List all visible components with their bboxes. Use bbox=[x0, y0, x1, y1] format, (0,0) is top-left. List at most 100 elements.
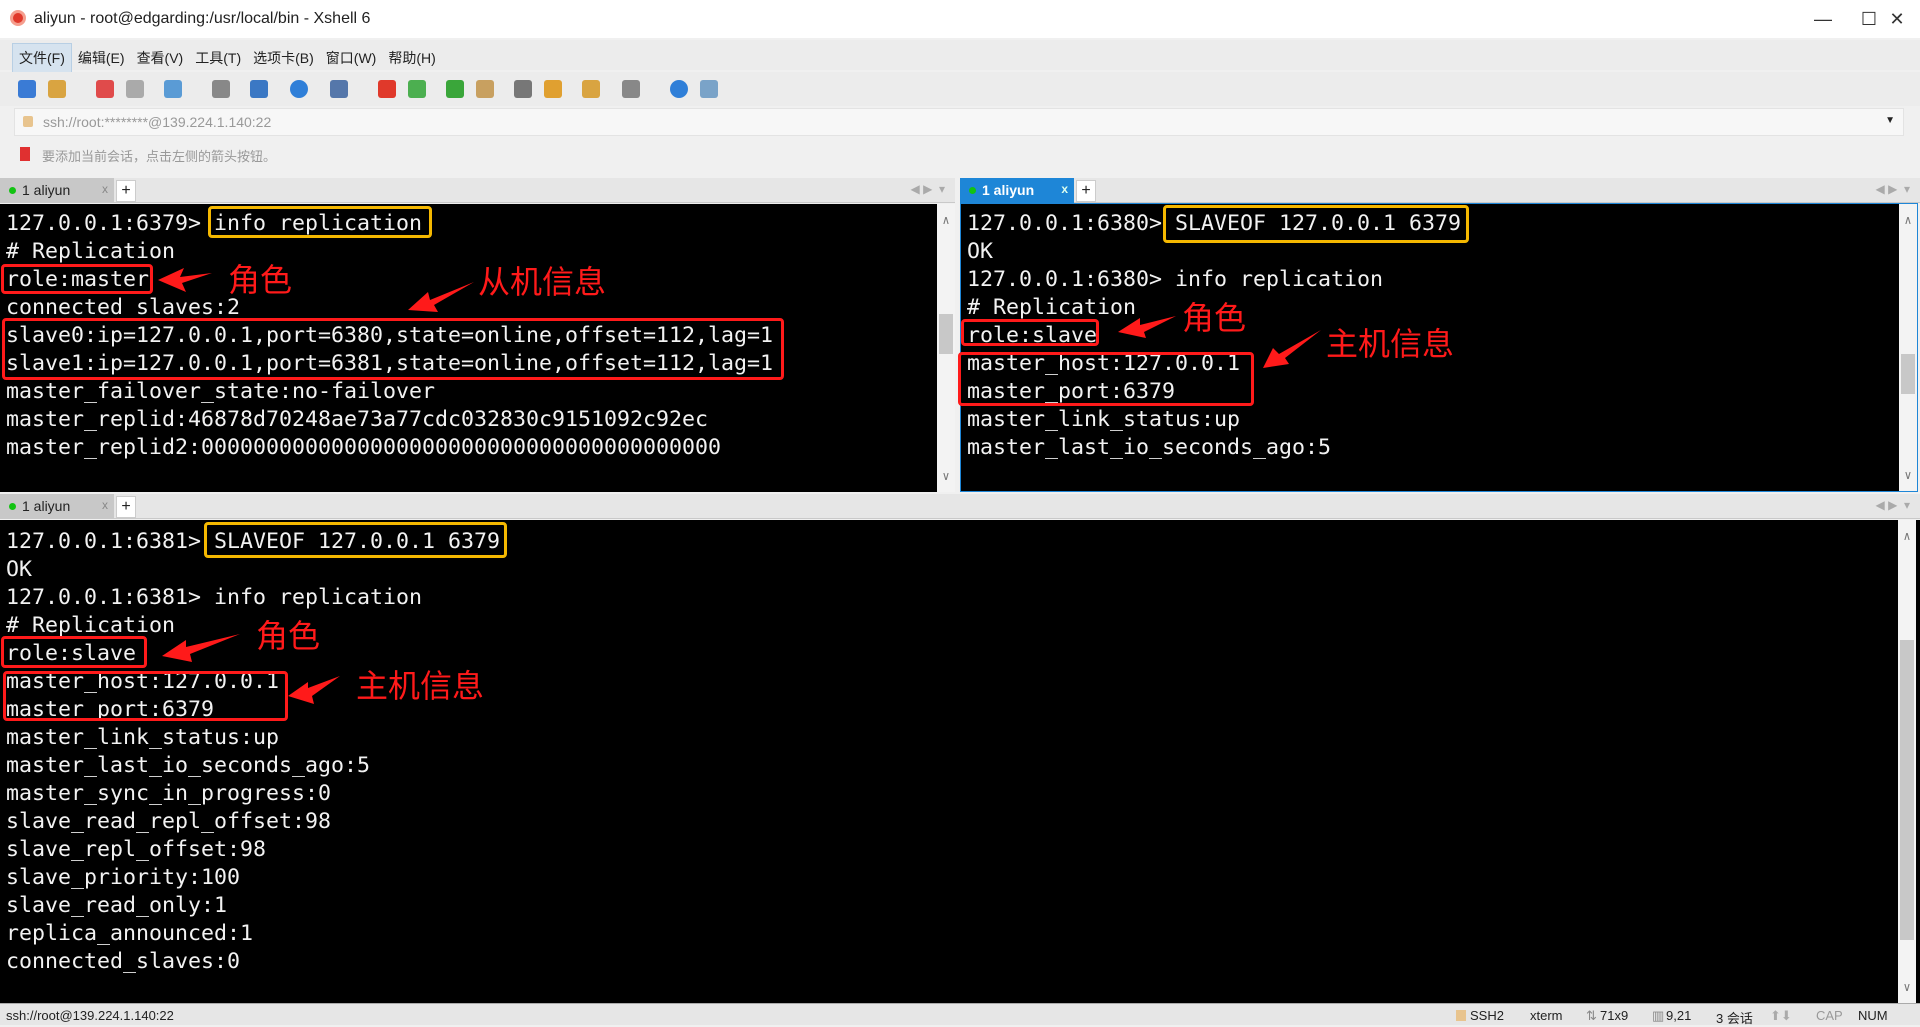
status-numlock: NUM bbox=[1858, 1008, 1888, 1023]
highlight-role bbox=[1, 636, 147, 668]
status-dot-icon bbox=[9, 187, 16, 194]
status-caps: CAP bbox=[1816, 1008, 1843, 1023]
terminal-line: OK bbox=[6, 557, 33, 582]
terminal-bottom[interactable]: 127.0.0.1:6381> SLAVEOF 127.0.0.1 6379 OK… bbox=[0, 520, 1920, 1003]
highlight-command bbox=[204, 522, 507, 558]
terminal-line: slave_read_only:1 bbox=[6, 893, 228, 918]
arrow-icon bbox=[158, 268, 212, 292]
highlight-slaves bbox=[2, 318, 784, 380]
layout-icon[interactable] bbox=[622, 80, 640, 98]
terminal-line: connected_slaves:0 bbox=[6, 949, 241, 974]
tab-scroll-arrows[interactable]: ◀ ▶ ▾ bbox=[1876, 182, 1910, 196]
terminal-line: 127.0.0.1:6380> info replication bbox=[967, 267, 1384, 292]
arrow-icon bbox=[408, 282, 474, 312]
toolbar bbox=[0, 72, 1920, 106]
new-session-icon[interactable] bbox=[18, 80, 36, 98]
search-icon[interactable] bbox=[212, 80, 230, 98]
xshell-icon[interactable] bbox=[378, 80, 396, 98]
status-connection: ssh://root@139.224.1.140:22 bbox=[6, 1008, 174, 1023]
scrollbar[interactable]: ∧ ∨ bbox=[937, 204, 955, 492]
status-cursor: 9,21 bbox=[1666, 1008, 1692, 1023]
highlight-command bbox=[208, 206, 432, 238]
tab-scroll-arrows[interactable]: ◀ ▶ ▾ bbox=[1876, 498, 1910, 512]
highlight-icon[interactable] bbox=[544, 80, 562, 98]
highlight-role bbox=[961, 319, 1099, 346]
terminal-line: master_link_status:up bbox=[6, 725, 280, 750]
annotation-role: 角色 bbox=[1182, 299, 1247, 337]
terminal-line: replica_announced:1 bbox=[6, 921, 254, 946]
terminal-line: slave_repl_offset:98 bbox=[6, 837, 267, 862]
disconnect-icon[interactable] bbox=[96, 80, 114, 98]
annotation-slave-info: 从机信息 bbox=[478, 263, 607, 301]
minimize-button[interactable]: — bbox=[1800, 0, 1846, 38]
arrow-icon bbox=[1263, 330, 1321, 368]
terminal-line: 127.0.0.1:6381> info replication bbox=[6, 585, 423, 610]
address-input[interactable]: ssh://root:********@139.224.1.140:22 bbox=[43, 114, 271, 130]
menu-help[interactable]: 帮助(H) bbox=[382, 44, 441, 72]
terminal-line: master_last_io_seconds_ago:5 bbox=[6, 753, 371, 778]
new-folder-icon[interactable] bbox=[582, 80, 600, 98]
fullscreen-icon[interactable] bbox=[446, 80, 464, 98]
menu-edit[interactable]: 编辑(E) bbox=[72, 44, 131, 72]
session-hint-bar: 要添加当前会话，点击左侧的箭头按钮。 bbox=[14, 140, 1904, 168]
annotation-role: 角色 bbox=[256, 617, 321, 655]
close-tab-icon[interactable]: x bbox=[1061, 182, 1068, 196]
menu-tabs[interactable]: 选项卡(B) bbox=[247, 44, 320, 72]
terminal-line: master_link_status:up bbox=[967, 407, 1241, 432]
keyboard-icon[interactable] bbox=[514, 80, 532, 98]
terminal-line: slave_priority:100 bbox=[6, 865, 241, 890]
chat-icon[interactable] bbox=[700, 80, 718, 98]
menu-bar: 文件(F) 编辑(E) 查看(V) 工具(T) 选项卡(B) 窗口(W) 帮助(H) bbox=[0, 40, 1920, 73]
xshell-logo-icon bbox=[10, 10, 26, 26]
close-tab-icon[interactable]: x bbox=[102, 182, 108, 196]
highlight-master-info bbox=[3, 671, 288, 721]
scrollbar[interactable]: ∧ ∨ bbox=[1899, 204, 1917, 491]
menu-window[interactable]: 窗口(W) bbox=[320, 44, 383, 72]
menu-tools[interactable]: 工具(T) bbox=[189, 44, 247, 72]
title-bar: aliyun - root@edgarding:/usr/local/bin -… bbox=[0, 0, 1920, 38]
terminal-line: master_last_io_seconds_ago:5 bbox=[967, 435, 1332, 460]
status-dot-icon bbox=[969, 187, 976, 194]
tab-scroll-arrows[interactable]: ◀ ▶ ▾ bbox=[911, 182, 945, 196]
bookmark-arrow-icon[interactable] bbox=[20, 147, 30, 161]
scrollbar[interactable]: ∧ ∨ bbox=[1898, 520, 1916, 1003]
close-button[interactable]: ✕ bbox=[1874, 0, 1920, 38]
xftp-icon[interactable] bbox=[408, 80, 426, 98]
menu-view[interactable]: 查看(V) bbox=[131, 44, 190, 72]
reconnect-icon[interactable] bbox=[126, 80, 144, 98]
highlight-role bbox=[1, 264, 153, 294]
address-bar[interactable]: ssh://root:********@139.224.1.140:22 ▼ bbox=[14, 108, 1904, 136]
lock-icon[interactable] bbox=[476, 80, 494, 98]
tab-label: 1 aliyun bbox=[982, 182, 1035, 198]
annotation-master-info: 主机信息 bbox=[1326, 325, 1455, 363]
highlight-master-info bbox=[958, 352, 1254, 406]
terminal-line: master_sync_in_progress:0 bbox=[6, 781, 332, 806]
font-icon[interactable] bbox=[330, 80, 348, 98]
cursor-icon: ▥ bbox=[1652, 1008, 1665, 1023]
window-title: aliyun - root@edgarding:/usr/local/bin -… bbox=[34, 10, 371, 27]
tab-bar-top-right: 1 aliyun x + ◀ ▶ ▾ bbox=[960, 178, 1920, 203]
terminal-line: master_replid2:0000000000000000000000000… bbox=[6, 435, 722, 460]
status-bar: ssh://root@139.224.1.140:22 SSH2 xterm ⇅… bbox=[0, 1003, 1920, 1026]
close-tab-icon[interactable]: x bbox=[102, 498, 108, 512]
highlight-command bbox=[1163, 205, 1469, 243]
tab-aliyun[interactable]: 1 aliyun x bbox=[0, 178, 114, 203]
tab-aliyun-active[interactable]: 1 aliyun x bbox=[960, 178, 1074, 203]
transfer-icon[interactable] bbox=[250, 80, 268, 98]
tab-aliyun[interactable]: 1 aliyun x bbox=[0, 494, 114, 519]
dropdown-arrow-icon[interactable]: ▼ bbox=[1885, 115, 1895, 126]
add-tab-button[interactable]: + bbox=[1076, 180, 1096, 202]
help-icon[interactable] bbox=[670, 80, 688, 98]
arrow-icon bbox=[162, 634, 240, 662]
add-tab-button[interactable]: + bbox=[116, 180, 136, 202]
open-folder-icon[interactable] bbox=[48, 80, 66, 98]
hint-text: 要添加当前会话，点击左侧的箭头按钮。 bbox=[42, 149, 277, 164]
up-down-arrows-icon[interactable]: ⬆⬇ bbox=[1770, 1008, 1792, 1024]
arrow-icon bbox=[1118, 316, 1176, 338]
globe-icon[interactable] bbox=[290, 80, 308, 98]
lock-icon bbox=[23, 116, 33, 127]
menu-file[interactable]: 文件(F) bbox=[12, 43, 72, 73]
tab-label: 1 aliyun bbox=[22, 498, 71, 514]
add-tab-button[interactable]: + bbox=[116, 496, 136, 518]
properties-icon[interactable] bbox=[164, 80, 182, 98]
